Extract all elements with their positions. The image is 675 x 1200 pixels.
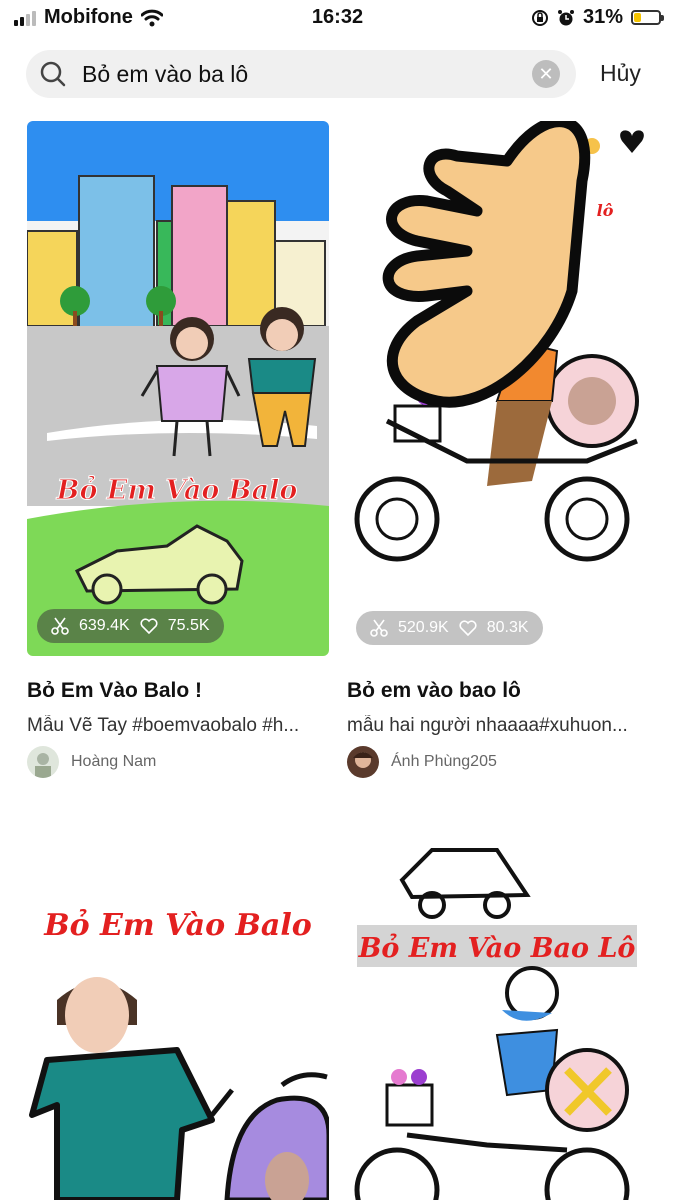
scissors-icon bbox=[370, 619, 388, 637]
card-thumbnail[interactable]: Bỏ Em Vào Balo bbox=[27, 815, 329, 1200]
poster-title: Bỏ Em Vào Bao Lô bbox=[358, 932, 636, 964]
status-bar: Mobifone 16:32 31% bbox=[0, 0, 675, 36]
stats-pill: 639.4K 75.5K bbox=[37, 609, 224, 643]
alarm-icon bbox=[557, 9, 574, 25]
uses-count: 520.9K bbox=[398, 619, 449, 636]
battery-icon bbox=[631, 10, 664, 25]
heart-icon bbox=[459, 620, 477, 637]
battery-percent: 31% bbox=[582, 6, 623, 28]
card-description: Mẫu Vẽ Tay #boemvaobalo #h... bbox=[27, 715, 300, 736]
cancel-button[interactable]: Hủy bbox=[600, 60, 641, 87]
template-card[interactable]: Bỏ Em Vào Balo 639.4K 75.5K Bỏ Em Vào Ba… bbox=[27, 121, 329, 781]
card-thumbnail[interactable]: Bỏ Em Vào Balo 639.4K 75.5K bbox=[27, 121, 329, 656]
scissors-icon bbox=[51, 617, 69, 635]
likes-count: 75.5K bbox=[167, 617, 210, 634]
card-title: Bỏ em vào bao lô bbox=[347, 679, 521, 702]
card-author[interactable]: Ánh Phùng205 bbox=[347, 746, 497, 778]
avatar bbox=[27, 746, 59, 778]
avatar bbox=[347, 746, 379, 778]
battery-level bbox=[634, 13, 641, 22]
card-author[interactable]: Hoàng Nam bbox=[27, 746, 156, 778]
card-description: mẫu hai người nhaaaa#xuhuon... bbox=[347, 715, 628, 736]
thumbnail-image: Bỏ Em Vào Balo bbox=[27, 121, 329, 656]
card-thumbnail[interactable]: Bỏ Em Vào Bao Lô bbox=[347, 815, 649, 1200]
card-title: Bỏ Em Vào Balo ! bbox=[27, 679, 203, 702]
search-icon bbox=[40, 61, 66, 87]
uses-count: 639.4K bbox=[79, 617, 130, 634]
thumbnail-image: lô bbox=[347, 121, 649, 656]
clear-search-button[interactable]: ✕ bbox=[532, 60, 560, 88]
search-bar[interactable]: ✕ bbox=[26, 50, 576, 98]
heart-icon bbox=[140, 618, 158, 635]
rotation-lock-icon bbox=[531, 9, 548, 26]
poster-title: Bỏ Em Vào Balo bbox=[43, 908, 311, 943]
template-card[interactable]: Bỏ Em Vào Bao Lô bbox=[347, 815, 649, 1200]
poster-title: lô bbox=[597, 201, 614, 220]
card-thumbnail[interactable]: lô 520.9K 80.3K bbox=[347, 121, 649, 656]
template-card[interactable]: Bỏ Em Vào Balo bbox=[27, 815, 329, 1200]
stats-pill: 520.9K 80.3K bbox=[356, 611, 543, 645]
thumbnail-image: Bỏ Em Vào Bao Lô bbox=[347, 815, 649, 1200]
poster-title: Bỏ Em Vào Balo bbox=[56, 474, 298, 506]
search-input[interactable] bbox=[82, 58, 522, 90]
template-card[interactable]: lô 520.9K 80.3K Bỏ em vào bao lô mẫu hai… bbox=[347, 121, 649, 781]
likes-count: 80.3K bbox=[486, 619, 529, 636]
author-name: Ánh Phùng205 bbox=[391, 753, 497, 770]
author-name: Hoàng Nam bbox=[71, 753, 157, 770]
thumbnail-image: Bỏ Em Vào Balo bbox=[27, 815, 329, 1200]
